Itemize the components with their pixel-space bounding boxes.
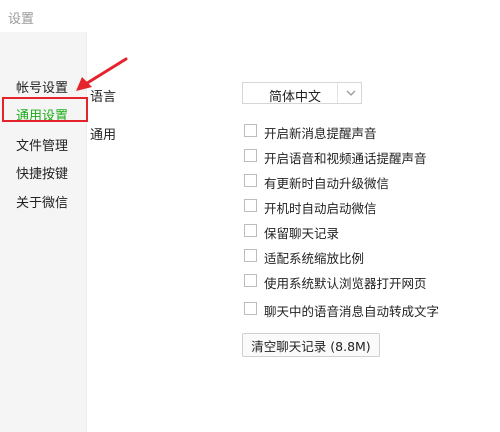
option-label: 开启语音和视频通话提醒声音	[264, 151, 427, 166]
sidebar-item-account[interactable]: 帐号设置	[16, 77, 68, 96]
clear-chat-history-button[interactable]: 清空聊天记录 (8.8M)	[242, 333, 380, 357]
titlebar[interactable]: 设置	[0, 0, 500, 32]
checkbox[interactable]	[244, 124, 257, 137]
sidebar-item-file-management[interactable]: 文件管理	[16, 135, 68, 154]
checkbox[interactable]	[244, 174, 257, 187]
option-label: 适配系统缩放比例	[264, 251, 365, 266]
option-label: 开机时自动启动微信	[264, 201, 377, 216]
language-select-value: 简体中文	[269, 90, 322, 105]
window-title: 设置	[8, 12, 35, 27]
annotation-highlight-box	[2, 97, 88, 122]
general-label: 通用	[90, 128, 117, 143]
option-label: 有更新时自动升级微信	[264, 176, 390, 191]
chevron-down-icon	[346, 90, 356, 96]
language-select[interactable]: 简体中文	[242, 82, 362, 105]
settings-window: 设置 帐号设置 通用设置 文件管理 快捷按键 关于微信 语言 简体中文 通用 开…	[0, 0, 500, 432]
option-label: 开启新消息提醒声音	[264, 126, 377, 141]
checkbox[interactable]	[244, 149, 257, 162]
checkbox[interactable]	[244, 274, 257, 287]
checkbox[interactable]	[244, 302, 257, 315]
select-divider	[337, 83, 338, 103]
checkbox[interactable]	[244, 199, 257, 212]
language-label: 语言	[90, 90, 117, 105]
option-label: 聊天中的语音消息自动转成文字	[264, 304, 440, 319]
checkbox[interactable]	[244, 224, 257, 237]
sidebar-item-about[interactable]: 关于微信	[16, 192, 68, 211]
sidebar-item-shortcuts[interactable]: 快捷按键	[16, 163, 68, 182]
checkbox[interactable]	[244, 249, 257, 262]
option-label: 保留聊天记录	[264, 226, 340, 241]
option-label: 使用系统默认浏览器打开网页	[264, 276, 427, 291]
